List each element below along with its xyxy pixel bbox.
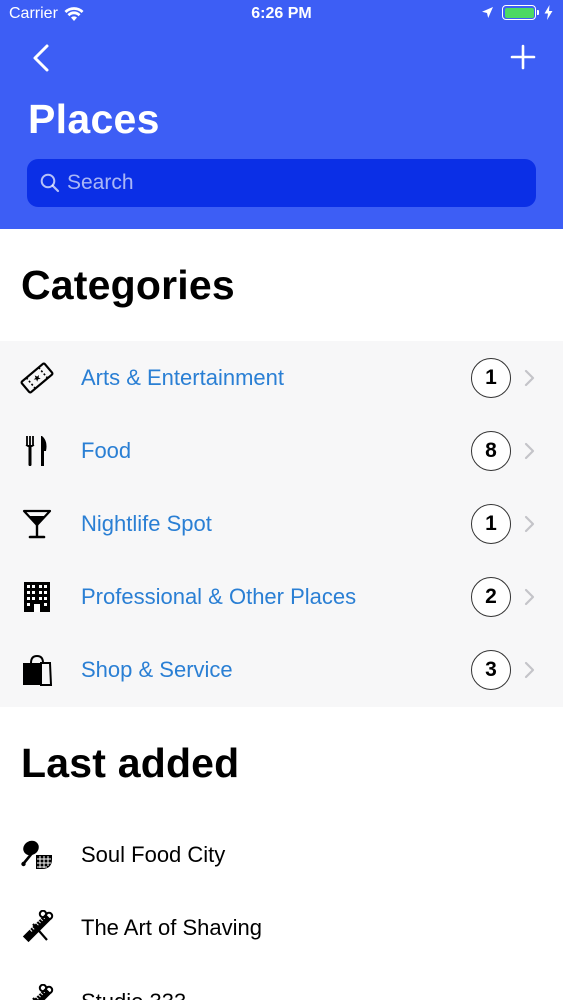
search-input[interactable] xyxy=(67,171,507,195)
category-row-shop-service[interactable]: Shop & Service 3 xyxy=(0,634,563,707)
category-label: Arts & Entertainment xyxy=(81,364,284,390)
category-label: Professional & Other Places xyxy=(81,584,357,610)
last-added-list: Soul Food City The Art of Shaving xyxy=(0,818,563,1000)
status-time: 6:26 PM xyxy=(251,5,312,22)
location-arrow-icon xyxy=(482,7,493,18)
place-row-art-of-shaving[interactable]: The Art of Shaving xyxy=(0,892,563,966)
status-bar: Carrier 6:26 PM xyxy=(0,0,563,30)
chevron-right-icon xyxy=(524,442,535,459)
search-icon xyxy=(40,173,60,193)
battery-icon xyxy=(502,5,539,20)
cocktail-icon xyxy=(19,506,55,542)
category-label: Shop & Service xyxy=(81,657,233,683)
chevron-right-icon xyxy=(524,515,535,533)
place-label: The Art of Shaving xyxy=(81,915,262,941)
place-label: Soul Food City xyxy=(81,841,226,867)
last-added-heading: Last added xyxy=(21,740,240,786)
category-label: Nightlife Spot xyxy=(81,510,212,536)
categories-list: Arts & Entertainment 1 Food 8 Nightlife … xyxy=(0,341,563,707)
count-badge: 3 xyxy=(471,650,511,691)
back-button[interactable] xyxy=(26,38,60,76)
shopping-bag-icon xyxy=(19,652,55,688)
add-place-button[interactable] xyxy=(505,38,541,76)
chevron-right-icon xyxy=(524,589,535,606)
plus-icon xyxy=(510,44,536,70)
search-bar[interactable] xyxy=(27,159,536,207)
page-title: Places xyxy=(28,96,160,142)
chevron-right-icon xyxy=(524,662,535,679)
chicken-waffle-icon xyxy=(19,837,55,873)
categories-heading: Categories xyxy=(21,262,235,308)
category-row-professional-other[interactable]: Professional & Other Places 2 xyxy=(0,561,563,634)
category-row-arts-entertainment[interactable]: Arts & Entertainment 1 xyxy=(0,341,563,414)
comb-scissors-icon xyxy=(19,983,55,1000)
category-label: Food xyxy=(81,437,132,463)
place-label: Studio 333 xyxy=(81,989,186,1000)
category-row-food[interactable]: Food 8 xyxy=(0,414,563,487)
nav-header: Carrier 6:26 PM Places xyxy=(0,0,563,229)
comb-scissors-icon xyxy=(19,910,55,946)
count-badge: 8 xyxy=(471,430,511,471)
charging-bolt-icon xyxy=(544,5,553,20)
category-row-nightlife-spot[interactable]: Nightlife Spot 1 xyxy=(0,487,563,560)
count-badge: 2 xyxy=(471,577,511,618)
chevron-right-icon xyxy=(524,369,535,386)
ticket-icon xyxy=(19,360,55,396)
count-badge: 1 xyxy=(471,357,511,398)
place-row-soul-food-city[interactable]: Soul Food City xyxy=(0,818,563,892)
building-icon xyxy=(19,579,55,615)
chevron-left-icon xyxy=(33,44,49,72)
fork-knife-icon xyxy=(19,433,55,469)
count-badge: 1 xyxy=(471,503,511,544)
place-row-studio-333[interactable]: Studio 333 xyxy=(0,965,563,1000)
